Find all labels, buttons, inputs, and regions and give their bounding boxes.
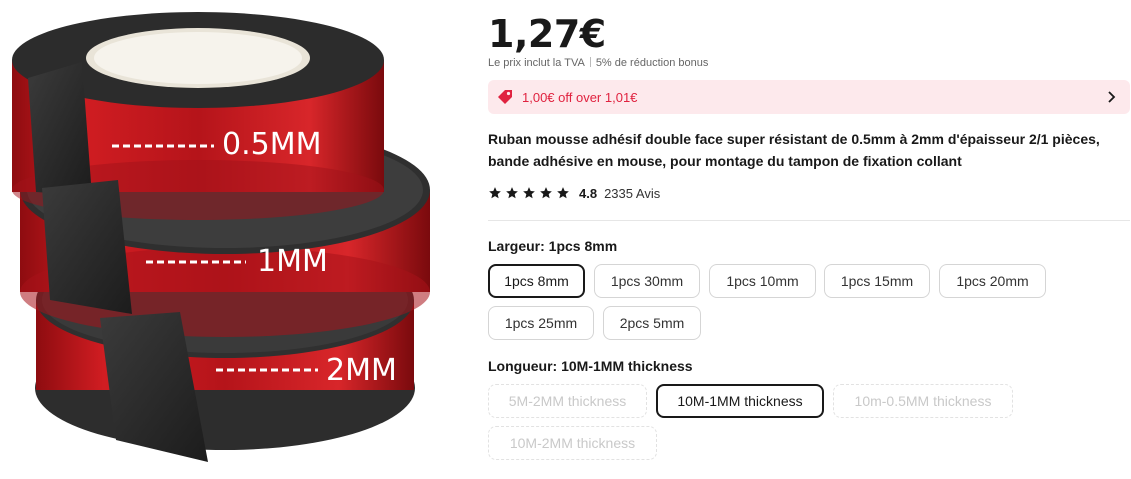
divider — [488, 220, 1130, 221]
star-icon — [506, 187, 518, 199]
tag-icon — [498, 90, 512, 104]
star-icon — [540, 187, 552, 199]
rating-value: 4.8 — [579, 185, 598, 201]
coupon-banner[interactable]: 1,00€ off over 1,01€ — [488, 80, 1130, 114]
width-option-chip[interactable]: 1pcs 10mm — [709, 264, 816, 298]
length-option-chip: 10M-2MM thickness — [488, 426, 657, 460]
star-icon — [523, 187, 535, 199]
width-option-chip[interactable]: 1pcs 20mm — [939, 264, 1046, 298]
label-2mm: 2MM — [326, 353, 397, 388]
width-option-label: Largeur: 1pcs 8mm — [488, 238, 618, 254]
length-option-chip[interactable]: 10M-1MM thickness — [656, 384, 824, 418]
tax-note: Le prix inclut la TVA 5% de réduction bon… — [488, 57, 708, 69]
width-option-chip[interactable]: 1pcs 15mm — [824, 264, 930, 298]
width-option-chip[interactable]: 1pcs 8mm — [488, 264, 585, 298]
width-option-chip[interactable]: 2pcs 5mm — [603, 306, 701, 340]
tape-rolls-illustration: 0.5MM 1MM 2MM — [12, 12, 430, 462]
rating-row[interactable]: 4.8 2335 Avis — [488, 184, 660, 202]
star-icon — [489, 187, 501, 199]
star-icon — [557, 187, 569, 199]
label-1mm: 1MM — [257, 244, 328, 279]
coupon-text: 1,00€ off over 1,01€ — [522, 89, 638, 105]
length-option-label: Longueur: 10M-1MM thickness — [488, 358, 693, 374]
product-image[interactable]: 0.5MM 1MM 2MM — [0, 0, 440, 479]
bonus-discount-text: 5% de réduction bonus — [595, 57, 709, 69]
product-title: Ruban mousse adhésif double face super r… — [488, 131, 1100, 169]
star-rating — [488, 186, 573, 200]
review-count[interactable]: 2335 Avis — [604, 186, 660, 201]
width-option-chip[interactable]: 1pcs 25mm — [488, 306, 594, 340]
length-option-chip: 10m-0.5MM thickness — [833, 384, 1013, 418]
label-0-5mm: 0.5MM — [222, 127, 321, 162]
price: 1,27€ — [488, 12, 606, 56]
length-option-chip: 5M-2MM thickness — [488, 384, 647, 418]
tax-included-text: Le prix inclut la TVA — [488, 57, 585, 69]
separator — [589, 57, 591, 67]
chevron-right-icon[interactable] — [1106, 89, 1118, 105]
width-option-chip[interactable]: 1pcs 30mm — [594, 264, 700, 298]
